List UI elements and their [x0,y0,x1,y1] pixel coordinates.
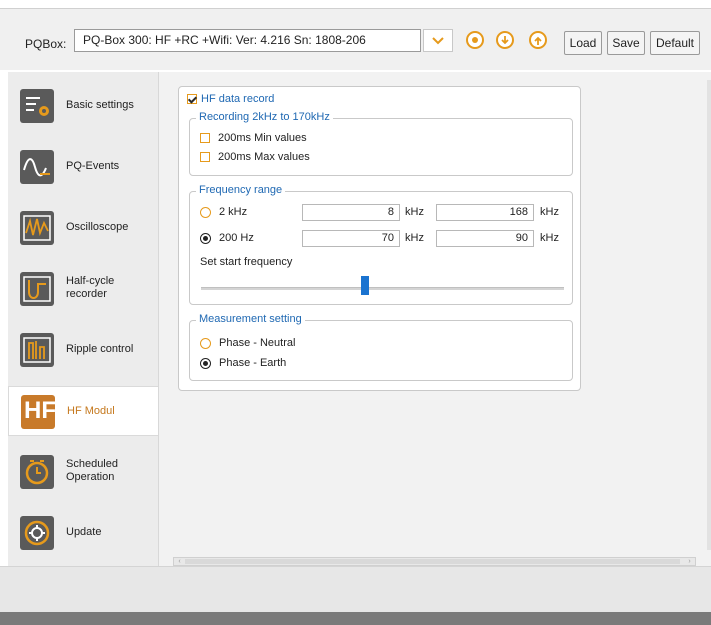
sidebar-item-ripple-control[interactable]: Ripple control [8,325,158,375]
row2-from-unit: kHz [405,232,424,244]
save-button[interactable]: Save [607,31,645,55]
radio-off-icon [200,337,211,349]
sidebar-item-label-line1: Scheduled [66,458,118,470]
frequency-range-group: Frequency range 2 kHz 8 kHz 168 kHz 200 … [189,184,573,305]
row1-from-unit: kHz [405,206,424,218]
radio-2khz[interactable]: 2 kHz [200,206,247,218]
radio-phase-earth[interactable]: Phase - Earth [200,357,286,369]
device-select-value: PQ-Box 300: HF +RC +Wifi: Ver: 4.216 Sn:… [83,33,366,47]
update-gear-icon [20,516,54,550]
row1-from-input[interactable]: 8 [302,204,400,221]
ripple-control-icon [20,333,54,367]
sidebar-item-scheduled-operation[interactable]: Scheduled Operation [8,447,158,497]
sidebar-item-basic-settings[interactable]: Basic settings [8,81,158,131]
row1-to-unit: kHz [540,206,559,218]
chevron-down-icon [432,36,444,44]
main-content: HF data record Recording 2kHz to 170kHz … [158,72,711,566]
recording-group: Recording 2kHz to 170kHz 200ms Min value… [189,111,573,176]
max-values-label: 200ms Max values [218,151,310,163]
oscilloscope-icon [20,211,54,245]
hf-data-record-label: HF data record [201,93,275,105]
download-icon [501,35,509,44]
sidebar-item-oscilloscope[interactable]: Oscilloscope [8,203,158,253]
max-values-checkbox[interactable]: 200ms Max values [200,151,310,163]
row2-to-input[interactable]: 90 [436,230,534,247]
upload-icon [534,36,542,45]
hf-icon-text: HF [24,397,55,424]
radio-200hz-label: 200 Hz [219,232,254,244]
measurement-setting-group: Measurement setting Phase - Neutral Phas… [189,313,573,381]
scroll-right-icon[interactable]: › [685,558,694,565]
min-values-checkbox[interactable]: 200ms Min values [200,132,307,144]
checkbox-checked-icon [187,94,197,104]
half-cycle-icon [20,272,54,306]
load-button[interactable]: Load [564,31,602,55]
checkbox-unchecked-icon [200,152,210,162]
sidebar-item-label: Basic settings [66,99,134,111]
start-frequency-slider-track[interactable] [201,287,564,290]
app-window: PQBox: PQ-Box 300: HF +RC +Wifi: Ver: 4.… [0,0,711,625]
horizontal-scrollbar[interactable]: ‹ › [173,557,696,566]
radio-on-icon [200,232,211,244]
recording-group-title: Recording 2kHz to 170kHz [196,111,333,123]
sidebar-item-label: HF Modul [67,405,115,417]
start-frequency-label: Set start frequency [200,256,293,268]
row1-to-input[interactable]: 168 [436,204,534,221]
sidebar: Basic settings PQ-Events Oscilloscope Ha… [8,72,158,566]
settings-sliders-icon [20,89,54,123]
sidebar-item-update[interactable]: Update [8,508,158,558]
radio-off-icon [200,206,211,218]
record-icon [472,37,478,43]
hf-icon: HF [21,395,55,429]
sidebar-item-half-cycle-recorder[interactable]: Half-cycle recorder [8,264,158,314]
hf-data-record-checkbox[interactable]: HF data record [187,93,277,105]
clock-icon [20,455,54,489]
default-button[interactable]: Default [650,31,700,55]
sidebar-item-label: Update [66,526,102,538]
record-button[interactable] [466,31,484,49]
sidebar-item-label: Ripple control [66,343,134,355]
sidebar-item-label-line2: recorder [66,288,107,300]
sidebar-item-pq-events[interactable]: PQ-Events [8,142,158,192]
measurement-setting-title: Measurement setting [196,313,305,325]
download-button[interactable] [496,31,514,49]
device-dropdown-button[interactable] [423,29,453,52]
start-frequency-slider-thumb[interactable] [360,276,369,295]
sidebar-item-label-line2: Operation [66,471,115,483]
sidebar-item-label: Oscilloscope [66,221,129,233]
checkbox-unchecked-icon [200,133,210,143]
radio-on-icon [200,357,211,369]
sidebar-item-label-line1: Half-cycle [66,275,115,287]
row2-to-unit: kHz [540,232,559,244]
pq-events-icon [20,150,54,184]
scroll-left-icon[interactable]: ‹ [175,558,184,565]
radio-phase-neutral[interactable]: Phase - Neutral [200,337,295,349]
device-select[interactable]: PQ-Box 300: HF +RC +Wifi: Ver: 4.216 Sn:… [74,29,421,52]
pqbox-label: PQBox: [25,37,67,51]
status-bar [0,566,711,612]
horizontal-scroll-thumb[interactable] [185,559,680,564]
radio-2khz-label: 2 kHz [219,206,248,218]
phase-earth-label: Phase - Earth [219,357,287,369]
vertical-scrollbar[interactable] [707,80,711,550]
sidebar-item-hf-modul[interactable]: HF HF Modul [8,386,158,436]
toolbar: PQBox: PQ-Box 300: HF +RC +Wifi: Ver: 4.… [0,8,711,70]
radio-200hz[interactable]: 200 Hz [200,232,254,244]
min-values-label: 200ms Min values [218,132,307,144]
frequency-range-title: Frequency range [196,184,286,196]
hf-settings-panel: HF data record Recording 2kHz to 170kHz … [178,86,581,391]
upload-button[interactable] [529,31,547,49]
phase-neutral-label: Phase - Neutral [219,337,296,349]
sidebar-item-label: PQ-Events [66,160,120,172]
row2-from-input[interactable]: 70 [302,230,400,247]
bottom-edge [0,612,711,625]
